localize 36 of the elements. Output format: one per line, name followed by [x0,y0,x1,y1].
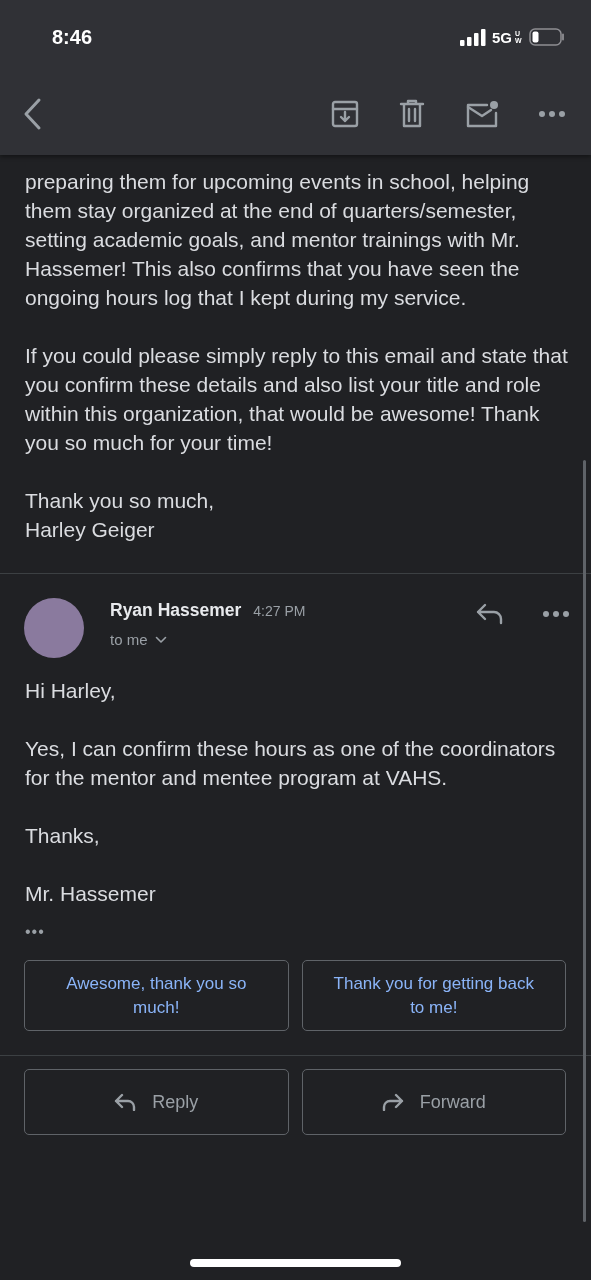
network-label: 5G [492,28,512,46]
status-time: 8:46 [52,25,94,49]
smart-reply-chip[interactable]: Thank you for getting back to me! [301,960,566,1031]
show-trimmed-button[interactable]: ••• [25,923,45,940]
more-icon [543,611,569,617]
email-paragraph: Thank you so much, Harley Geiger [24,488,216,543]
back-button[interactable] [22,97,42,131]
smart-reply-chip[interactable]: Awesome, thank you so much! [24,960,289,1031]
email-paragraph: preparing them for upcoming events in school, helping them stay organized at the end of quarters/semester, setting academic goals, and mentor trainings with Mr. Hassemer! This also confirms that you have seen the ongoing hours log that I kept during my service. [24,169,531,311]
reply-button[interactable] [475,602,505,626]
archive-button[interactable] [331,100,359,128]
recipient-toggle[interactable]: to me [110,631,167,648]
battery-icon [529,28,565,46]
email-paragraph: Hi Harley, [24,678,117,704]
more-button[interactable] [539,111,565,117]
forward-icon [381,1093,404,1111]
more-icon [539,111,565,117]
email-paragraph: Thanks, [24,823,101,849]
chevron-down-icon [154,635,167,644]
reply-icon [475,602,505,626]
trash-icon [399,99,425,129]
email-paragraph: Yes, I can confirm these hours as one of the coordinators for the mentor and mentee program at VAHS. [24,736,557,791]
mail-icon [465,99,499,129]
sender-name: Ryan Hassemer [110,600,242,621]
forward-button[interactable]: Forward [301,1069,566,1135]
back-icon [22,97,42,131]
email-paragraph: Mr. Hassemer [24,881,157,907]
sender-avatar [24,598,84,658]
mark-unread-button[interactable] [465,99,499,129]
reply-icon [114,1093,137,1111]
message-time: 4:27 PM [253,603,306,619]
signal-icon [460,28,486,46]
delete-button[interactable] [399,99,425,129]
reply-button[interactable]: Reply [24,1069,289,1135]
email-paragraph: If you could please simply reply to this email and state that you confirm these details and also list your title and role within this organization, that would be awesome! Thank you so much for your time! [24,343,569,456]
archive-icon [331,100,359,128]
